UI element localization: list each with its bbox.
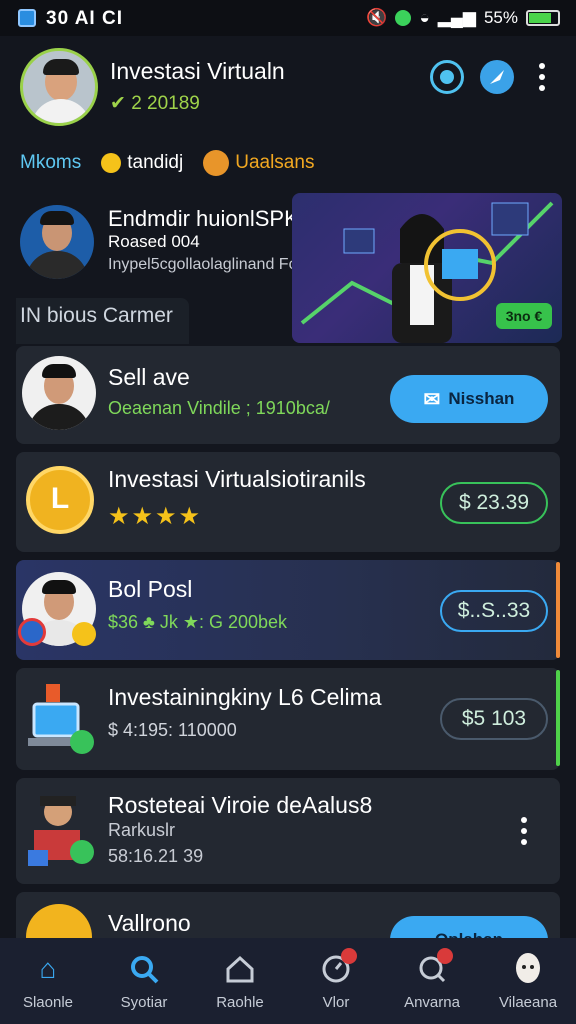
card-title: Rosteteai Viroie deAalus8 xyxy=(108,792,373,818)
nav-item-property[interactable]: Raohle xyxy=(195,952,285,1011)
card-sub: $ 4:195: 110000 xyxy=(108,720,237,740)
nav-label: Anvarna xyxy=(404,994,460,1011)
nav-label: Vilaeana xyxy=(498,994,558,1011)
card-extra: 58:16.21 39 xyxy=(108,846,204,866)
price-pill[interactable]: $5 103 xyxy=(440,698,548,740)
notification-badge xyxy=(437,948,453,964)
filter-tabs: Mkoms tandidj Uaalsans xyxy=(20,150,314,176)
compass-icon[interactable] xyxy=(480,60,514,94)
featured-avatar[interactable] xyxy=(20,205,94,279)
banner-badge: 3no € xyxy=(496,303,552,329)
badge-icon xyxy=(18,618,46,646)
more-vert-icon[interactable] xyxy=(520,816,528,851)
nav-label: Raohle xyxy=(216,994,264,1011)
house-outline-icon xyxy=(223,952,257,986)
button-label: Nisshan xyxy=(448,389,515,408)
battery-text: 55% xyxy=(483,8,518,27)
profile-avatar[interactable] xyxy=(20,48,98,126)
card-title: Sell ave xyxy=(108,364,190,390)
bottom-nav: ⌂ Slaonle Syotiar Raohle Vlor Anvarna Vi… xyxy=(0,938,576,1024)
status-time: 30 AI CI xyxy=(46,8,123,29)
wifi-icon: ◒ xyxy=(419,8,430,27)
card-sub: $36 ♣ Jk ★: G 200bek xyxy=(108,612,288,632)
price-pill[interactable]: $ 23.39 xyxy=(440,482,548,524)
tab-label: tandidj xyxy=(127,152,184,173)
send-icon: ✉ xyxy=(423,388,441,411)
location-icon xyxy=(395,10,412,26)
tab-mkoms[interactable]: Mkoms xyxy=(20,152,81,174)
more-vert-icon[interactable] xyxy=(538,62,546,97)
coin-icon xyxy=(72,622,96,646)
card-title: Bol Posl xyxy=(108,576,193,602)
nav-item-messages[interactable]: Anvarna xyxy=(387,948,477,1011)
battery-icon xyxy=(526,10,560,26)
card-title: Investasi Virtualsiotiranils xyxy=(108,466,366,492)
featured-sub: Roased 004 xyxy=(108,232,200,251)
tab-uaalsans[interactable]: Uaalsans xyxy=(203,150,314,176)
card-sub: Rarkuslr xyxy=(108,820,176,840)
avatar-icon xyxy=(511,952,545,986)
rating-stars: ★★★★ xyxy=(108,503,203,530)
merchant-icon xyxy=(24,790,98,870)
page-title: Investasi Virtualn xyxy=(110,58,285,84)
chat-icon[interactable] xyxy=(430,60,464,94)
nav-item-search[interactable]: Syotiar xyxy=(99,952,189,1011)
accent-bar xyxy=(556,562,560,658)
nisshan-button[interactable]: ✉ Nisshan xyxy=(390,375,548,423)
signal-icon: ▂▄▆ xyxy=(437,8,476,27)
coin-icon xyxy=(101,153,122,173)
status-icons: 🔇 ◒ ▂▄▆ 55% xyxy=(366,8,560,28)
notification-badge xyxy=(341,948,357,964)
mute-icon: 🔇 xyxy=(366,8,388,27)
tab-tandidj[interactable]: tandidj xyxy=(101,152,183,174)
card-avatar xyxy=(22,356,96,430)
accent-bar xyxy=(556,670,560,766)
nav-label: Syotiar xyxy=(120,994,168,1011)
mascot-icon xyxy=(203,150,230,176)
computer-icon xyxy=(24,680,96,756)
promo-banner[interactable]: 3no € xyxy=(292,193,562,343)
nav-label: Vlor xyxy=(322,994,350,1011)
nav-label: Slaonle xyxy=(22,994,74,1011)
nav-item-home[interactable]: ⌂ Slaonle xyxy=(3,952,93,1012)
section-heading: IN bious Carmer xyxy=(16,298,189,344)
profile-subtitle: ✔ 2 20189 xyxy=(110,93,200,114)
card-sub: Oeaenan Vindile ; 1910bca/ xyxy=(108,398,330,418)
card-title: Vallrono xyxy=(108,910,191,936)
card-title: Investainingkiny L6 Celima xyxy=(108,684,382,710)
nav-item-profile[interactable]: Vilaeana xyxy=(483,952,573,1011)
app-icon xyxy=(18,9,36,27)
tab-label: Uaalsans xyxy=(235,152,315,173)
price-pill[interactable]: $..S..33 xyxy=(440,590,548,632)
home-icon: ⌂ xyxy=(39,953,57,984)
nav-item-activity[interactable]: Vlor xyxy=(291,948,381,1011)
coin-icon: L xyxy=(26,466,94,534)
search-icon xyxy=(127,952,161,986)
